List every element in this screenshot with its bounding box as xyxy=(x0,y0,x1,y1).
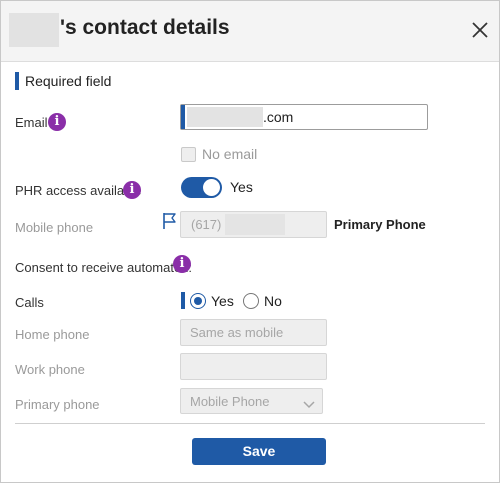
home-phone-label: Home phone xyxy=(15,327,90,342)
primary-phone-label: Primary phone xyxy=(15,397,100,412)
redacted-phone xyxy=(225,214,285,235)
dialog-header: 's contact details xyxy=(1,1,499,62)
calls-yes-label: Yes xyxy=(211,293,234,309)
mobile-phone-value: (617) xyxy=(191,217,222,232)
no-email-label: No email xyxy=(202,146,258,162)
consent-info-icon[interactable]: i xyxy=(173,255,191,273)
required-marker xyxy=(181,292,185,309)
redacted-email xyxy=(187,107,263,127)
required-marker xyxy=(181,105,185,129)
work-phone-label: Work phone xyxy=(15,362,85,377)
calls-no-radio[interactable] xyxy=(243,293,259,309)
chevron-down-icon xyxy=(303,396,315,409)
home-phone-field: Same as mobile xyxy=(180,319,327,346)
radio-selected-dot xyxy=(194,297,202,305)
redacted-name xyxy=(9,13,59,47)
toggle-knob xyxy=(203,179,220,196)
email-field[interactable]: .com xyxy=(180,104,428,130)
required-marker xyxy=(15,72,19,90)
close-icon[interactable] xyxy=(467,17,493,43)
phr-info-icon[interactable]: i xyxy=(123,181,141,199)
mobile-phone-label: Mobile phone xyxy=(15,220,94,235)
contact-details-dialog: 's contact details Required field Email … xyxy=(0,0,500,483)
calls-label: Calls xyxy=(15,295,44,310)
email-value: .com xyxy=(263,109,294,125)
primary-phone-indicator: Primary Phone xyxy=(334,217,426,232)
primary-phone-select: Mobile Phone xyxy=(180,388,323,414)
calls-yes-radio[interactable] xyxy=(190,293,206,309)
mobile-phone-field: (617) xyxy=(180,211,327,238)
required-field-text: Required field xyxy=(25,73,112,89)
calls-no-label: No xyxy=(264,293,282,309)
save-button[interactable]: Save xyxy=(192,438,326,465)
no-email-checkbox[interactable] xyxy=(181,147,196,162)
phr-access-toggle[interactable] xyxy=(181,177,222,198)
phr-toggle-label: Yes xyxy=(230,179,253,195)
consent-label: Consent to receive automated: xyxy=(15,260,193,275)
work-phone-field xyxy=(180,353,327,380)
email-info-icon[interactable]: i xyxy=(48,113,66,131)
footer-divider xyxy=(15,423,485,424)
primary-phone-value: Mobile Phone xyxy=(190,394,270,409)
home-phone-value: Same as mobile xyxy=(190,325,284,340)
flag-icon[interactable] xyxy=(162,212,178,230)
email-label: Email xyxy=(15,115,48,130)
dialog-title: 's contact details xyxy=(60,16,230,39)
